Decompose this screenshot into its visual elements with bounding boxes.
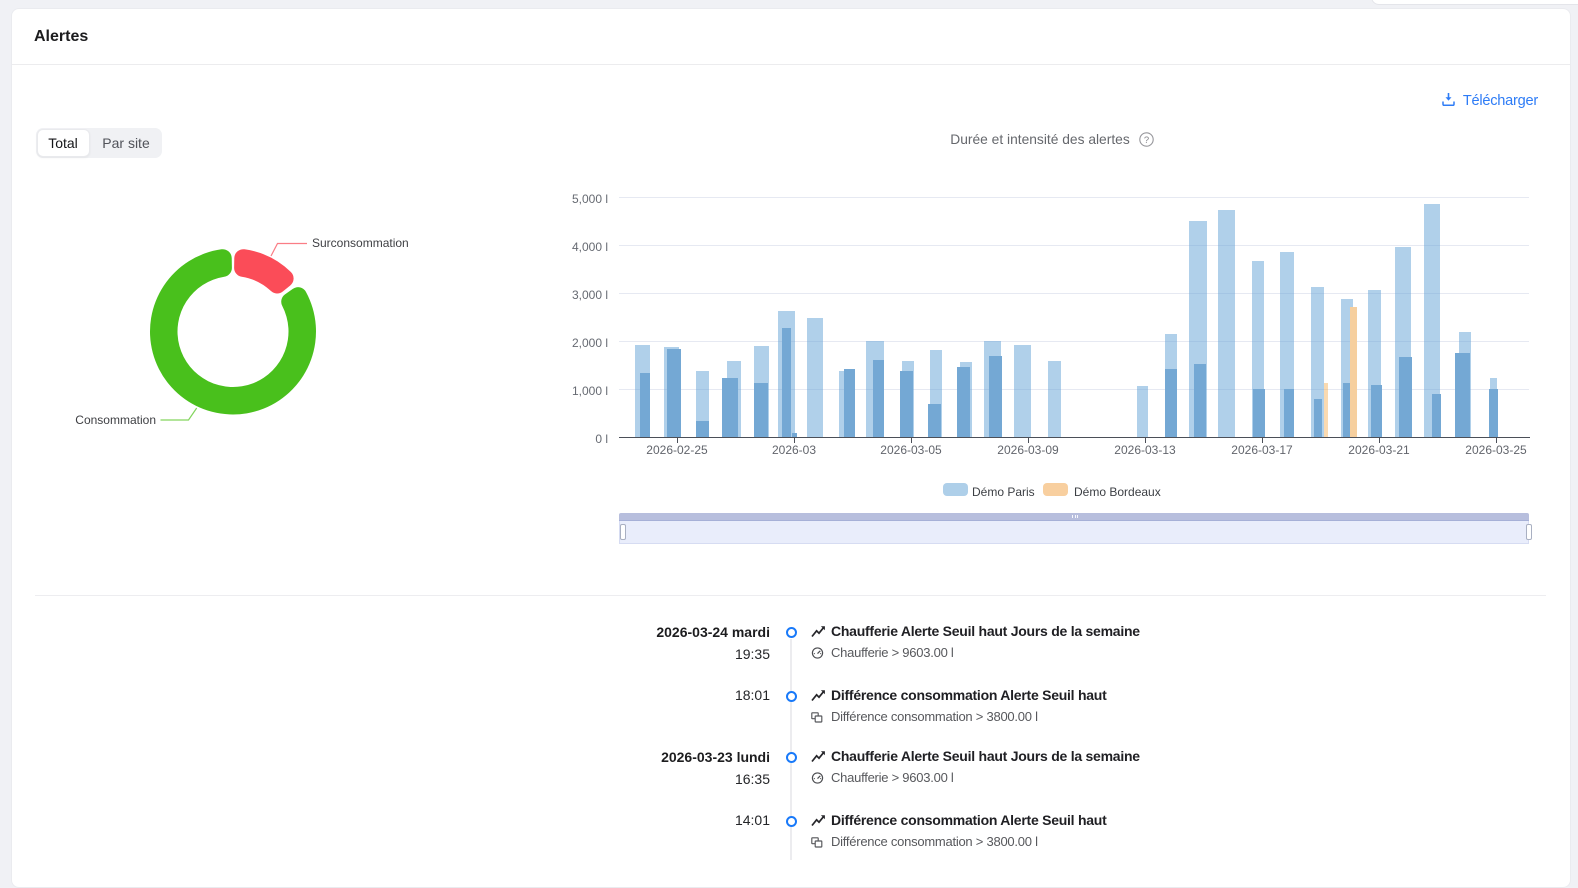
svg-text:?: ? (1144, 135, 1149, 146)
